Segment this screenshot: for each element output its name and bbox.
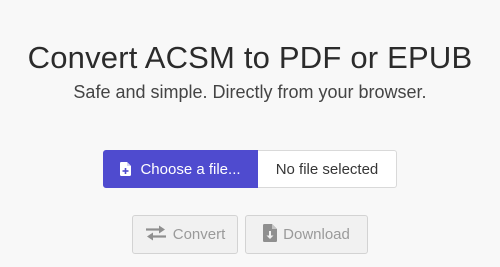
choose-file-button[interactable]: Choose a file...: [103, 150, 258, 188]
exchange-arrows-icon: [145, 225, 167, 245]
download-label: Download: [283, 226, 350, 243]
page-title: Convert ACSM to PDF or EPUB: [27, 40, 473, 75]
convert-button[interactable]: Convert: [132, 215, 238, 254]
convert-label: Convert: [172, 226, 226, 243]
choose-file-label: Choose a file...: [140, 160, 241, 178]
file-name-display: No file selected: [258, 150, 397, 188]
file-input-group: Choose a file... No file selected: [103, 150, 397, 188]
file-download-icon: [263, 223, 278, 246]
download-button[interactable]: Download: [245, 215, 368, 254]
file-plus-icon: [120, 162, 132, 176]
page-subtitle: Safe and simple. Directly from your brow…: [73, 82, 427, 102]
